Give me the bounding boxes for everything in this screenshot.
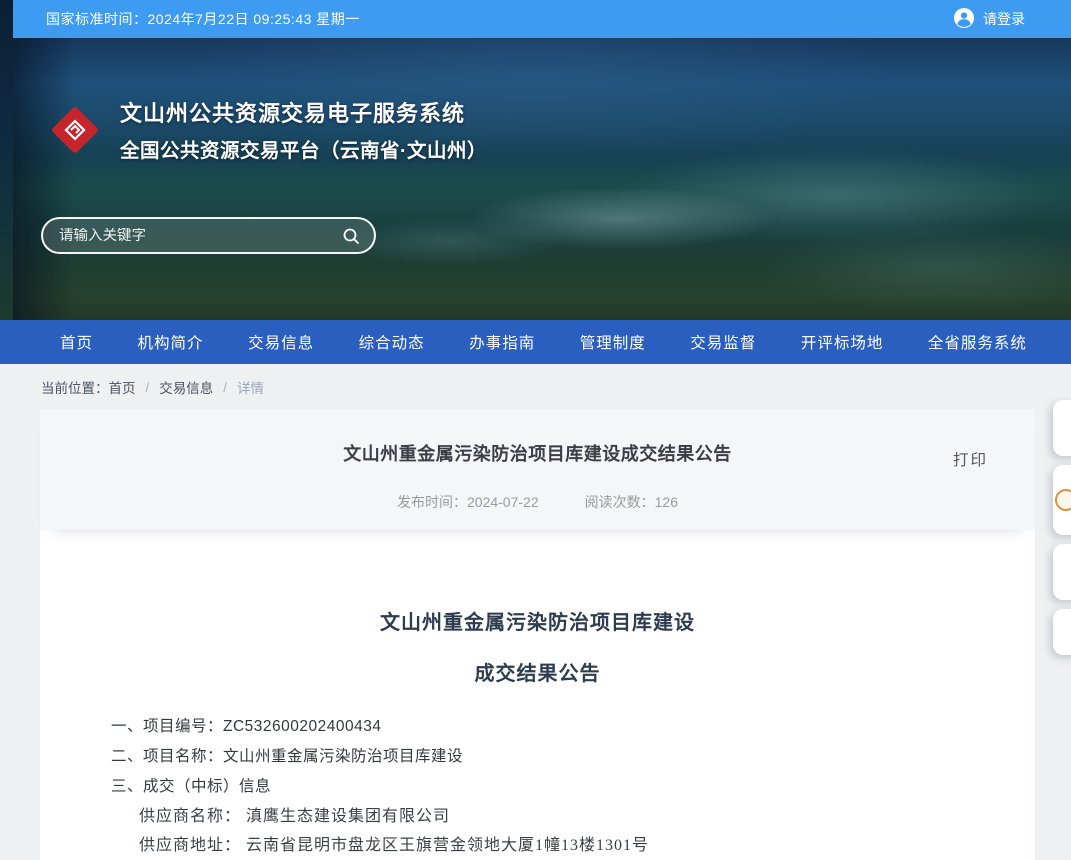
publish-date: 发布时间：2024-07-22 [397,492,539,512]
breadcrumb-separator: / [146,380,150,395]
site-title: 文山州公共资源交易电子服务系统 全国公共资源交易平台（云南省·文山州） [120,96,487,163]
breadcrumb: 当前位置： 首页 / 交易信息 / 详情 [0,364,1071,410]
print-button[interactable]: 打印 [953,448,988,470]
topbar: 国家标准时间： 2024年7月22日 09:25:43 星期一 请登录 [0,0,1071,38]
supplier-address-line: 供应商地址： 云南省昆明市盘龙区王旗营金领地大厦1幢13楼1301号 [111,831,999,860]
nav-item-home[interactable]: 首页 [60,331,93,353]
supplier-name-line: 供应商名称： 滇鹰生态建设集团有限公司 [111,802,999,831]
page: 国家标准时间： 2024年7月22日 09:25:43 星期一 请登录 [0,0,1071,860]
nav-item-supervision[interactable]: 交易监督 [690,331,756,353]
floating-toolbar [1053,400,1071,664]
content-title-line1: 文山州重金属污染防治项目库建设 [76,530,999,635]
project-number-line: 一、项目编号：ZC532600202400434 [111,712,999,742]
article-card: 文山州重金属污染防治项目库建设成交结果公告 打印 发布时间：2024-07-22… [40,409,1035,860]
article-body: 文山州重金属污染防治项目库建设 成交结果公告 一、项目编号：ZC53260020… [40,530,1035,860]
nav-item-venue[interactable]: 开评标场地 [801,331,884,353]
breadcrumb-current: 详情 [237,377,264,397]
site-title-line1: 文山州公共资源交易电子服务系统 [120,96,487,128]
time-label: 国家标准时间： [46,9,148,29]
content-title-line2: 成交结果公告 [76,657,999,686]
nav-item-province-system[interactable]: 全省服务系统 [928,331,1027,353]
standard-time: 国家标准时间： 2024年7月22日 09:25:43 星期一 [46,9,360,29]
breadcrumb-home[interactable]: 首页 [109,377,136,397]
banner: 文山州公共资源交易电子服务系统 全国公共资源交易平台（云南省·文山州） [0,38,1071,320]
floating-button-2[interactable] [1053,465,1071,535]
read-count: 阅读次数：126 [585,492,678,512]
search-box [41,217,376,254]
nav-item-trade-info[interactable]: 交易信息 [248,331,314,353]
breadcrumb-section[interactable]: 交易信息 [159,377,213,397]
article-meta: 发布时间：2024-07-22 阅读次数：126 [40,492,1035,512]
site-logo-icon [46,101,104,159]
article-title: 文山州重金属污染防治项目库建设成交结果公告 [40,409,1035,466]
search-input[interactable] [59,228,340,244]
user-icon [953,7,975,32]
login-button[interactable]: 请登录 [953,7,1025,32]
floating-button-3[interactable] [1053,544,1071,600]
nav-item-about[interactable]: 机构简介 [138,331,204,353]
site-title-line2: 全国公共资源交易平台（云南省·文山州） [120,134,487,163]
site-brand: 文山州公共资源交易电子服务系统 全国公共资源交易平台（云南省·文山州） [46,96,487,163]
nav-item-regulations[interactable]: 管理制度 [580,331,646,353]
search-icon[interactable] [340,225,362,247]
main-nav: 首页 机构简介 交易信息 综合动态 办事指南 管理制度 交易监督 开评标场地 全… [0,320,1071,364]
breadcrumb-label: 当前位置： [41,377,109,397]
article-header: 文山州重金属污染防治项目库建设成交结果公告 打印 发布时间：2024-07-22… [40,409,1035,530]
floating-button-4[interactable] [1053,609,1071,655]
floating-button-1[interactable] [1053,400,1071,456]
login-label: 请登录 [983,9,1025,29]
breadcrumb-separator: / [223,380,227,395]
nav-item-guide[interactable]: 办事指南 [469,331,535,353]
nav-item-news[interactable]: 综合动态 [359,331,425,353]
award-info-line: 三、成交（中标）信息 [111,772,999,802]
content-lines: 一、项目编号：ZC532600202400434 二、项目名称：文山州重金属污染… [76,712,999,860]
project-name-line: 二、项目名称：文山州重金属污染防治项目库建设 [111,742,999,772]
contact-icon [1055,489,1071,511]
banner-left-shade [0,0,13,320]
time-value: 2024年7月22日 09:25:43 星期一 [148,9,360,29]
